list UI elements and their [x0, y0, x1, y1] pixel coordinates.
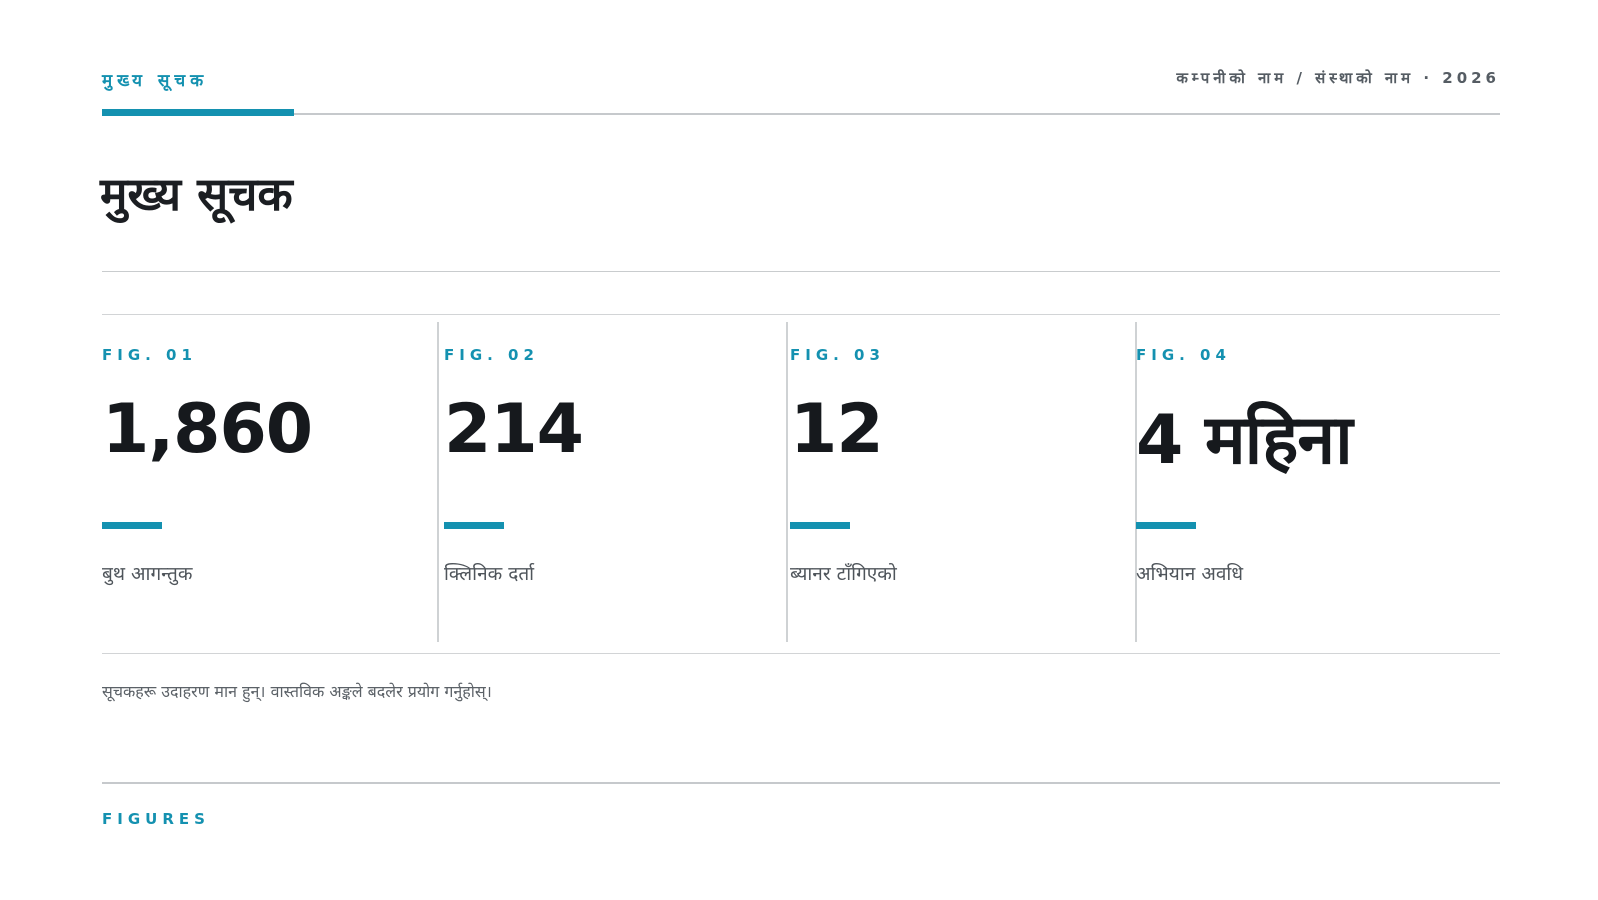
metric-accent-bar: [790, 522, 850, 529]
metric-value: 4 महिना: [1136, 401, 1353, 480]
metric-fig-label: FIG. 03: [790, 346, 885, 364]
metrics-grid: FIG. 01 1,860 बुथ आगन्तुक FIG. 02 214 क्…: [102, 322, 1500, 642]
metric-fig-label: FIG. 04: [1136, 346, 1231, 364]
metric-value: 214: [444, 390, 584, 469]
metric-card-3: FIG. 03 12 ब्यानर टाँगिएको: [787, 322, 1117, 642]
footnote: सूचकहरू उदाहरण मान हुन्। वास्तविक अङ्कले…: [102, 682, 492, 701]
metric-fig-label: FIG. 02: [444, 346, 539, 364]
metric-label: ब्यानर टाँगिएको: [790, 563, 897, 585]
metric-card-4: FIG. 04 4 महिना अभियान अवधि: [1136, 322, 1466, 642]
metric-accent-bar: [102, 522, 162, 529]
header-accent-bar: [102, 109, 294, 116]
footer-label: FIGURES: [102, 810, 210, 828]
metric-value: 1,860: [102, 390, 313, 469]
metric-card-2: FIG. 02 214 क्लिनिक दर्ता: [438, 322, 768, 642]
company-name: कम्पनीको नाम / संस्थाको नाम · 2026: [1176, 69, 1500, 87]
header-rule: [102, 113, 1500, 115]
metric-fig-label: FIG. 01: [102, 346, 197, 364]
footer-rule: [102, 782, 1500, 784]
metric-accent-bar: [444, 522, 504, 529]
metrics-top-rule: [102, 314, 1500, 315]
slide: मुख्य सूचक कम्पनीको नाम / संस्थाको नाम ·…: [0, 0, 1598, 900]
metric-value: 12: [790, 390, 884, 469]
page-title: मुख्य सूचक: [100, 167, 293, 221]
metrics-bottom-rule: [102, 653, 1500, 654]
section-kicker: मुख्य सूचक: [102, 71, 209, 91]
metric-accent-bar: [1136, 522, 1196, 529]
metric-label: बुथ आगन्तुक: [102, 563, 193, 585]
metric-card-1: FIG. 01 1,860 बुथ आगन्तुक: [102, 322, 432, 642]
title-rule: [102, 271, 1500, 272]
metric-label: अभियान अवधि: [1136, 563, 1244, 585]
metric-label: क्लिनिक दर्ता: [444, 563, 535, 585]
